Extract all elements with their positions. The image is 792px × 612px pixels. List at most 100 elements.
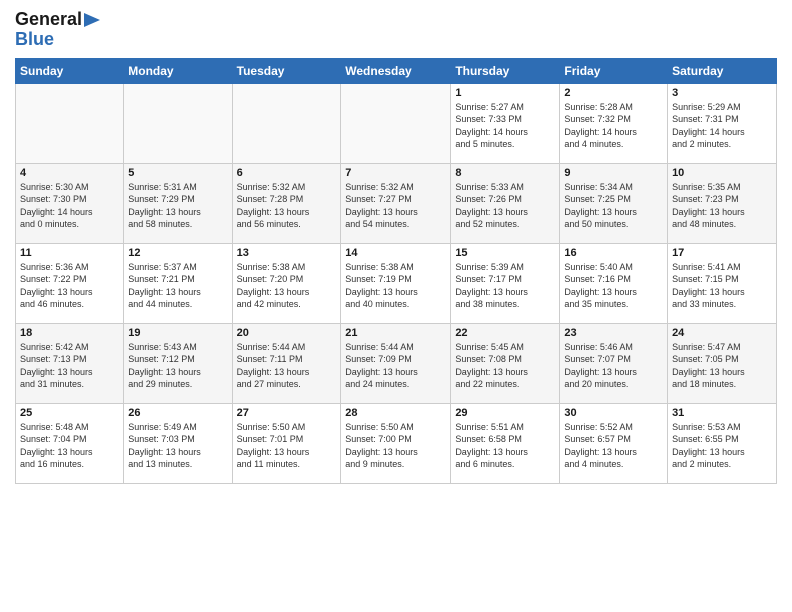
calendar-cell: 9Sunrise: 5:34 AMSunset: 7:25 PMDaylight… <box>560 163 668 243</box>
day-number: 14 <box>345 247 446 259</box>
day-number: 23 <box>564 327 663 339</box>
day-number: 18 <box>20 327 119 339</box>
day-info: Sunrise: 5:29 AMSunset: 7:31 PMDaylight:… <box>672 101 772 151</box>
day-info: Sunrise: 5:44 AMSunset: 7:11 PMDaylight:… <box>237 341 337 391</box>
calendar-cell: 25 Sunrise: 5:48 AMSunset: 7:04 PMDayligh… <box>16 403 124 483</box>
weekday-header-wednesday: Wednesday <box>341 58 451 83</box>
calendar-cell: 13 Sunrise: 5:38 AMSunset: 7:20 PMDayligh… <box>232 243 341 323</box>
day-number: 13 <box>237 247 337 259</box>
day-info: Sunrise: 5:53 AMSunset: 6:55 PMDaylight:… <box>672 421 772 471</box>
calendar-cell <box>232 83 341 163</box>
day-number: 25 <box>20 407 119 419</box>
calendar-page: GeneralBlue SundayMondayTuesdayWednesday… <box>0 0 792 612</box>
day-info: Sunrise: 5:42 AMSunset: 7:13 PMDaylight:… <box>20 341 119 391</box>
day-number: 27 <box>237 407 337 419</box>
calendar-cell: 28Sunrise: 5:50 AMSunset: 7:00 PMDayligh… <box>341 403 451 483</box>
calendar-table: SundayMondayTuesdayWednesdayThursdayFrid… <box>15 58 777 484</box>
calendar-cell: 10 Sunrise: 5:35 AMSunset: 7:23 PMDayligh… <box>668 163 777 243</box>
day-number: 4 <box>20 167 119 179</box>
day-number: 21 <box>345 327 446 339</box>
calendar-cell: 29 Sunrise: 5:51 AMSunset: 6:58 PMDayligh… <box>451 403 560 483</box>
day-number: 17 <box>672 247 772 259</box>
weekday-header-saturday: Saturday <box>668 58 777 83</box>
calendar-cell: 7 Sunrise: 5:32 AMSunset: 7:27 PMDaylight… <box>341 163 451 243</box>
calendar-cell: 6 Sunrise: 5:32 AMSunset: 7:28 PMDaylight… <box>232 163 341 243</box>
day-number: 15 <box>455 247 555 259</box>
day-number: 11 <box>20 247 119 259</box>
day-number: 6 <box>237 167 337 179</box>
day-info: Sunrise: 5:34 AMSunset: 7:25 PMDaylight:… <box>564 181 663 231</box>
calendar-cell: 19 Sunrise: 5:43 AMSunset: 7:12 PMDayligh… <box>124 323 232 403</box>
day-info: Sunrise: 5:43 AMSunset: 7:12 PMDaylight:… <box>128 341 227 391</box>
calendar-week-4: 18 Sunrise: 5:42 AMSunset: 7:13 PMDayligh… <box>16 323 777 403</box>
day-info: Sunrise: 5:38 AMSunset: 7:20 PMDaylight:… <box>237 261 337 311</box>
calendar-cell: 4Sunrise: 5:30 AMSunset: 7:30 PMDaylight… <box>16 163 124 243</box>
calendar-cell: 27 Sunrise: 5:50 AMSunset: 7:01 PMDayligh… <box>232 403 341 483</box>
calendar-cell <box>124 83 232 163</box>
day-info: Sunrise: 5:52 AMSunset: 6:57 PMDaylight:… <box>564 421 663 471</box>
day-info: Sunrise: 5:48 AMSunset: 7:04 PMDaylight:… <box>20 421 119 471</box>
calendar-cell: 31 Sunrise: 5:53 AMSunset: 6:55 PMDayligh… <box>668 403 777 483</box>
day-info: Sunrise: 5:50 AMSunset: 7:00 PMDaylight:… <box>345 421 446 471</box>
day-info: Sunrise: 5:44 AMSunset: 7:09 PMDaylight:… <box>345 341 446 391</box>
day-number: 20 <box>237 327 337 339</box>
calendar-cell: 18 Sunrise: 5:42 AMSunset: 7:13 PMDayligh… <box>16 323 124 403</box>
day-number: 2 <box>564 87 663 99</box>
calendar-cell <box>341 83 451 163</box>
day-number: 31 <box>672 407 772 419</box>
calendar-cell: 8 Sunrise: 5:33 AMSunset: 7:26 PMDaylight… <box>451 163 560 243</box>
day-number: 1 <box>455 87 555 99</box>
day-info: Sunrise: 5:50 AMSunset: 7:01 PMDaylight:… <box>237 421 337 471</box>
calendar-cell: 21 Sunrise: 5:44 AMSunset: 7:09 PMDayligh… <box>341 323 451 403</box>
day-number: 19 <box>128 327 227 339</box>
calendar-week-5: 25 Sunrise: 5:48 AMSunset: 7:04 PMDayligh… <box>16 403 777 483</box>
day-info: Sunrise: 5:41 AMSunset: 7:15 PMDaylight:… <box>672 261 772 311</box>
weekday-header-monday: Monday <box>124 58 232 83</box>
day-info: Sunrise: 5:33 AMSunset: 7:26 PMDaylight:… <box>455 181 555 231</box>
calendar-cell: 1 Sunrise: 5:27 AMSunset: 7:33 PMDaylight… <box>451 83 560 163</box>
day-info: Sunrise: 5:27 AMSunset: 7:33 PMDaylight:… <box>455 101 555 151</box>
calendar-cell: 30Sunrise: 5:52 AMSunset: 6:57 PMDayligh… <box>560 403 668 483</box>
day-info: Sunrise: 5:35 AMSunset: 7:23 PMDaylight:… <box>672 181 772 231</box>
day-info: Sunrise: 5:46 AMSunset: 7:07 PMDaylight:… <box>564 341 663 391</box>
logo-arrow-icon <box>84 13 100 27</box>
calendar-cell: 2 Sunrise: 5:28 AMSunset: 7:32 PMDaylight… <box>560 83 668 163</box>
logo: GeneralBlue <box>15 10 100 50</box>
day-info: Sunrise: 5:45 AMSunset: 7:08 PMDaylight:… <box>455 341 555 391</box>
calendar-cell: 20 Sunrise: 5:44 AMSunset: 7:11 PMDayligh… <box>232 323 341 403</box>
weekday-header-friday: Friday <box>560 58 668 83</box>
calendar-cell: 26Sunrise: 5:49 AMSunset: 7:03 PMDayligh… <box>124 403 232 483</box>
weekday-header-sunday: Sunday <box>16 58 124 83</box>
day-info: Sunrise: 5:32 AMSunset: 7:27 PMDaylight:… <box>345 181 446 231</box>
calendar-week-1: 1 Sunrise: 5:27 AMSunset: 7:33 PMDaylight… <box>16 83 777 163</box>
day-info: Sunrise: 5:51 AMSunset: 6:58 PMDaylight:… <box>455 421 555 471</box>
logo-blue-text: Blue <box>15 30 100 50</box>
day-number: 3 <box>672 87 772 99</box>
day-info: Sunrise: 5:47 AMSunset: 7:05 PMDaylight:… <box>672 341 772 391</box>
calendar-cell: 23 Sunrise: 5:46 AMSunset: 7:07 PMDayligh… <box>560 323 668 403</box>
calendar-cell: 22 Sunrise: 5:45 AMSunset: 7:08 PMDayligh… <box>451 323 560 403</box>
calendar-cell: 3 Sunrise: 5:29 AMSunset: 7:31 PMDaylight… <box>668 83 777 163</box>
day-number: 22 <box>455 327 555 339</box>
day-number: 8 <box>455 167 555 179</box>
weekday-header-thursday: Thursday <box>451 58 560 83</box>
calendar-cell: 11Sunrise: 5:36 AMSunset: 7:22 PMDayligh… <box>16 243 124 323</box>
calendar-cell <box>16 83 124 163</box>
day-info: Sunrise: 5:31 AMSunset: 7:29 PMDaylight:… <box>128 181 227 231</box>
calendar-cell: 12 Sunrise: 5:37 AMSunset: 7:21 PMDayligh… <box>124 243 232 323</box>
day-info: Sunrise: 5:40 AMSunset: 7:16 PMDaylight:… <box>564 261 663 311</box>
day-number: 12 <box>128 247 227 259</box>
calendar-cell: 16Sunrise: 5:40 AMSunset: 7:16 PMDayligh… <box>560 243 668 323</box>
weekday-header-row: SundayMondayTuesdayWednesdayThursdayFrid… <box>16 58 777 83</box>
calendar-cell: 15Sunrise: 5:39 AMSunset: 7:17 PMDayligh… <box>451 243 560 323</box>
day-number: 7 <box>345 167 446 179</box>
day-number: 5 <box>128 167 227 179</box>
day-info: Sunrise: 5:32 AMSunset: 7:28 PMDaylight:… <box>237 181 337 231</box>
day-number: 29 <box>455 407 555 419</box>
day-info: Sunrise: 5:37 AMSunset: 7:21 PMDaylight:… <box>128 261 227 311</box>
day-info: Sunrise: 5:28 AMSunset: 7:32 PMDaylight:… <box>564 101 663 151</box>
calendar-cell: 14Sunrise: 5:38 AMSunset: 7:19 PMDayligh… <box>341 243 451 323</box>
calendar-cell: 17 Sunrise: 5:41 AMSunset: 7:15 PMDayligh… <box>668 243 777 323</box>
day-number: 10 <box>672 167 772 179</box>
day-info: Sunrise: 5:49 AMSunset: 7:03 PMDaylight:… <box>128 421 227 471</box>
